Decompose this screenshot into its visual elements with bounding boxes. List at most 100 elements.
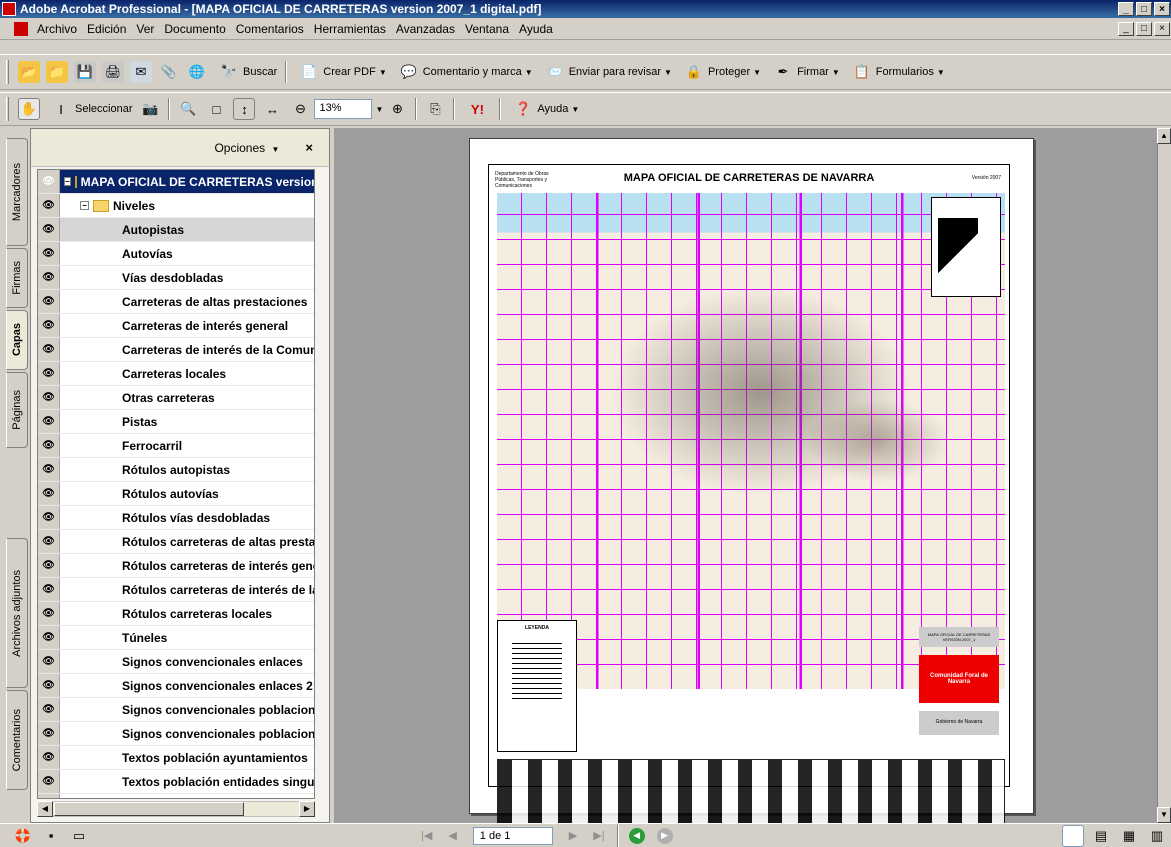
document-icon[interactable]	[14, 21, 28, 36]
eye-icon[interactable]: 👁	[38, 410, 60, 433]
continuous-facing-view-icon[interactable]: ▥	[1146, 825, 1168, 847]
attach-icon[interactable]: 📎	[158, 61, 180, 83]
scroll-down-icon[interactable]: ▼	[1157, 807, 1171, 823]
yahoo-icon[interactable]: Y!	[462, 98, 492, 120]
tab-marcadores[interactable]: Marcadores	[6, 138, 28, 246]
layer-item[interactable]: 👁 Signos convencionales poblaciones	[38, 698, 314, 722]
layer-item[interactable]: 👁 Vías desdobladas	[38, 266, 314, 290]
collapse-icon[interactable]: −	[64, 177, 71, 186]
protect-button[interactable]: 🔒 Proteger ▼	[680, 61, 761, 83]
tab-firmas[interactable]: Firmas	[6, 248, 28, 308]
toolbar-grip[interactable]	[6, 97, 9, 121]
eye-icon[interactable]: 👁	[38, 554, 60, 577]
menu-ver[interactable]: Ver	[131, 22, 159, 36]
previous-page-icon[interactable]: ◀	[448, 829, 456, 842]
document-vertical-scrollbar[interactable]: ▲ ▼	[1157, 128, 1171, 823]
eye-icon[interactable]: 👁	[38, 170, 60, 193]
zoom-in-icon[interactable]: ⊕	[386, 98, 408, 120]
facing-view-icon[interactable]: ▦	[1118, 825, 1140, 847]
scroll-left-icon[interactable]: ◀	[37, 801, 53, 817]
create-pdf-button[interactable]: 📄 Crear PDF ▼	[295, 61, 387, 83]
layer-item[interactable]: 👁 Carreteras locales	[38, 362, 314, 386]
web-icon[interactable]: 🌐	[186, 61, 208, 83]
rotate-view-icon[interactable]: ⎘	[424, 98, 446, 120]
search-button[interactable]: 🔭 Buscar	[215, 61, 277, 83]
zoom-dropdown-icon[interactable]: ▼	[375, 105, 383, 114]
toolbar-grip[interactable]	[6, 60, 9, 84]
forms-button[interactable]: 📋 Formularios ▼	[848, 61, 945, 83]
menu-ventana[interactable]: Ventana	[460, 22, 514, 36]
zoom-out-icon[interactable]: ⊖	[289, 98, 311, 120]
doc-restore-button[interactable]: □	[1136, 22, 1152, 36]
continuous-view-icon[interactable]: ▤	[1090, 825, 1112, 847]
options-menu[interactable]: Opciones ▼	[214, 141, 279, 155]
tab-paginas[interactable]: Páginas	[6, 372, 28, 448]
layer-item[interactable]: 👁Línea límite de la Comunidad	[38, 794, 314, 798]
layer-item[interactable]: 👁 Carreteras de interés general	[38, 314, 314, 338]
menu-archivo[interactable]: Archivo	[32, 22, 82, 36]
eye-icon[interactable]: 👁	[38, 506, 60, 529]
single-page-view-icon[interactable]	[1062, 824, 1084, 847]
organizer-icon[interactable]: 📁	[46, 61, 68, 83]
comment-markup-button[interactable]: 💬 Comentario y marca ▼	[395, 61, 533, 83]
menu-avanzadas[interactable]: Avanzadas	[391, 22, 460, 36]
collapse-icon[interactable]: −	[80, 201, 89, 210]
layer-item[interactable]: 👁 Rótulos carreteras de interés de la Com…	[38, 578, 314, 602]
eye-icon[interactable]: 👁	[38, 770, 60, 793]
next-view-icon[interactable]: ▶	[656, 827, 673, 844]
rescue-icon[interactable]: 🛟	[12, 825, 34, 847]
layer-item[interactable]: 👁 Carreteras de interés de la Comunidad	[38, 338, 314, 362]
layer-root[interactable]: 👁 − MAPA OFICIAL DE CARRETERAS version 2…	[38, 170, 314, 194]
eye-icon[interactable]: 👁	[38, 266, 60, 289]
tab-archivos-adjuntos[interactable]: Archivos adjuntos	[6, 538, 28, 688]
menu-comentarios[interactable]: Comentarios	[231, 22, 309, 36]
layer-item[interactable]: 👁 Túneles	[38, 626, 314, 650]
layers-horizontal-scrollbar[interactable]: ◀ ▶	[37, 801, 315, 817]
previous-view-icon[interactable]: ◀	[628, 827, 645, 844]
eye-icon[interactable]: 👁	[38, 602, 60, 625]
eye-icon[interactable]: 👁	[38, 242, 60, 265]
save-icon[interactable]: 💾	[74, 61, 96, 83]
maximize-button[interactable]: □	[1136, 2, 1152, 16]
layer-item[interactable]: 👁 Autopistas	[38, 218, 314, 242]
eye-icon[interactable]: 👁	[38, 362, 60, 385]
print-icon[interactable]: 🖨	[102, 61, 124, 83]
email-icon[interactable]: ✉	[130, 61, 152, 83]
sign-button[interactable]: ✒ Firmar ▼	[769, 61, 840, 83]
doc-close-button[interactable]: ×	[1154, 22, 1170, 36]
layer-item[interactable]: 👁 Rótulos autopistas	[38, 458, 314, 482]
layer-item[interactable]: 👁 Otras carreteras	[38, 386, 314, 410]
menu-documento[interactable]: Documento	[159, 22, 230, 36]
layer-item[interactable]: 👁 Autovías	[38, 242, 314, 266]
eye-icon[interactable]: 👁	[38, 482, 60, 505]
document-icon[interactable]: ▭	[68, 825, 90, 847]
layer-item[interactable]: 👁 Rótulos carreteras de interés general	[38, 554, 314, 578]
last-page-icon[interactable]: ▶|	[593, 829, 604, 842]
minimize-button[interactable]: _	[1118, 2, 1134, 16]
pdf-page[interactable]: Departamento de Obras Públicas, Transpor…	[469, 138, 1034, 847]
tab-capas[interactable]: Capas	[6, 310, 28, 370]
first-page-icon[interactable]: |◀	[421, 829, 432, 842]
zoom-in-tool-icon[interactable]: 🔍	[177, 98, 199, 120]
layer-item[interactable]: 👁 Textos población ayuntamientos	[38, 746, 314, 770]
snapshot-icon[interactable]: 📷	[139, 98, 161, 120]
layer-item[interactable]: 👁 Signos convencionales enlaces	[38, 650, 314, 674]
menu-ayuda[interactable]: Ayuda	[514, 22, 558, 36]
hscroll-thumb[interactable]	[54, 802, 244, 816]
eye-icon[interactable]: 👁	[38, 578, 60, 601]
layer-item[interactable]: 👁 Textos población entidades singulares	[38, 770, 314, 794]
doc-minimize-button[interactable]: _	[1118, 22, 1134, 36]
eye-icon[interactable]: 👁	[38, 650, 60, 673]
layer-item[interactable]: 👁 Ferrocarril	[38, 434, 314, 458]
eye-icon[interactable]: 👁	[38, 530, 60, 553]
actual-size-icon[interactable]: □	[205, 98, 227, 120]
scroll-right-icon[interactable]: ▶	[299, 801, 315, 817]
open-folder-icon[interactable]: 📂	[18, 61, 40, 83]
eye-icon[interactable]: 👁	[38, 386, 60, 409]
eye-icon[interactable]: 👁	[38, 194, 60, 217]
document-viewport[interactable]: Departamento de Obras Públicas, Transpor…	[334, 128, 1157, 847]
eye-icon[interactable]: 👁	[38, 338, 60, 361]
eye-icon[interactable]: 👁	[38, 698, 60, 721]
page-number-input[interactable]: 1 de 1	[472, 826, 553, 845]
layer-item[interactable]: 👁 Pistas	[38, 410, 314, 434]
